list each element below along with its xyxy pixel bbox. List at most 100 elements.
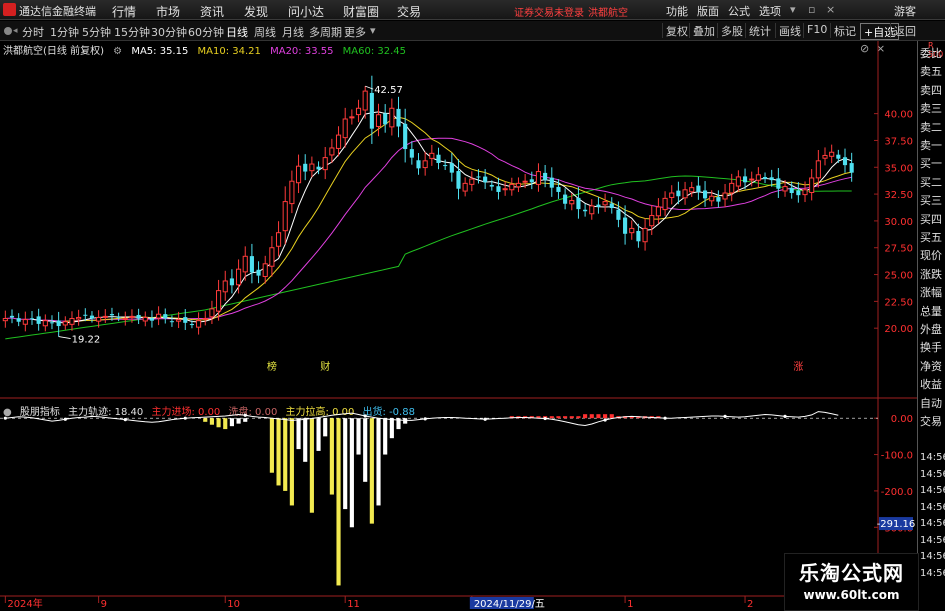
candle-body-90 xyxy=(602,201,608,206)
menu-trade[interactable]: 交易 xyxy=(397,3,421,20)
period-60min[interactable]: 60分钟 xyxy=(188,24,224,40)
multi-stock-button[interactable]: 多股 xyxy=(717,23,746,38)
menu-market[interactable]: 市场 xyxy=(156,3,180,20)
period-timeshare[interactable]: 分时 xyxy=(22,24,44,40)
candle-body-117 xyxy=(782,186,788,192)
chart-close-icon[interactable]: × xyxy=(876,42,885,55)
candle-body-67 xyxy=(449,163,454,173)
panel-item-11[interactable]: 现价 xyxy=(920,249,942,262)
candle-body-58 xyxy=(389,107,395,128)
panel-item-19[interactable]: 自动 xyxy=(920,397,942,410)
period-monthly[interactable]: 月线 xyxy=(282,24,304,40)
panel-item-14[interactable]: 总量 xyxy=(920,305,942,318)
candle-body-94 xyxy=(629,227,635,234)
f10-button[interactable]: F10 xyxy=(803,23,830,38)
panel-item-9[interactable]: 买四 xyxy=(920,213,942,226)
menu-discover[interactable]: 发现 xyxy=(244,3,268,20)
draw-line-button[interactable]: 画线 xyxy=(775,23,804,38)
mark-button[interactable]: 标记 xyxy=(830,23,859,38)
panel-item-2[interactable]: 卖四 xyxy=(920,84,942,97)
close-icon[interactable]: × xyxy=(826,3,835,16)
login-notice[interactable]: 证券交易未登录 xyxy=(514,4,584,19)
candle-body-52 xyxy=(349,116,355,119)
panel-item-3[interactable]: 卖三 xyxy=(920,102,942,115)
panel-item-10[interactable]: 买五 xyxy=(920,231,942,244)
panel-item-4[interactable]: 卖二 xyxy=(920,121,942,134)
chart-options-icon[interactable]: ⊘ xyxy=(860,42,869,55)
period-5min[interactable]: 5分钟 xyxy=(82,24,111,40)
period-multi[interactable]: 多周期 xyxy=(309,24,342,40)
candle-body-28 xyxy=(189,324,194,326)
more-chevron-icon[interactable]: ▾ xyxy=(370,24,376,37)
panel-item-5[interactable]: 卖一 xyxy=(920,139,942,152)
candle-body-85 xyxy=(569,200,575,205)
minimize-icon[interactable]: ▾ xyxy=(790,3,796,16)
candle-body-15 xyxy=(102,315,108,318)
menu-wealth-circle[interactable]: 财富圈 xyxy=(343,3,379,20)
candle-body-71 xyxy=(476,176,481,178)
settings-gear-icon[interactable]: ⚙ xyxy=(113,46,122,57)
candle-body-56 xyxy=(375,114,382,127)
candle-body-36 xyxy=(242,255,248,273)
panel-item-7[interactable]: 买二 xyxy=(920,176,942,189)
candle-body-92 xyxy=(616,209,621,220)
restore-icon[interactable]: ▫ xyxy=(808,3,815,16)
guest-label[interactable]: 游客 xyxy=(894,3,916,19)
period-weekly[interactable]: 周线 xyxy=(254,24,276,40)
panel-item-12[interactable]: 涨跌 xyxy=(920,268,942,281)
candle-body-37 xyxy=(249,256,254,273)
period-15min[interactable]: 15分钟 xyxy=(114,24,150,40)
period-1min[interactable]: 1分钟 xyxy=(50,24,79,40)
panel-time-3: 14:56 xyxy=(920,501,945,513)
candle-body-107 xyxy=(716,197,721,202)
panel-item-15[interactable]: 外盘 xyxy=(920,323,942,336)
expand-arrow-icon[interactable]: ◂ xyxy=(13,26,18,36)
kline-chart[interactable]: 40.00 37.50 35.00 32.50 30.00 27.50 25.00 22.50… xyxy=(0,0,945,609)
ma20-line xyxy=(5,137,852,322)
candle-body-46 xyxy=(309,163,315,172)
menu-layout[interactable]: 版面 xyxy=(697,3,719,19)
panel-item-13[interactable]: 涨幅 xyxy=(920,286,942,299)
back-button[interactable]: 返回 xyxy=(890,23,919,38)
panel-item-20[interactable]: 交易 xyxy=(920,415,942,428)
panel-item-0[interactable]: 委比 xyxy=(920,47,942,60)
indicator-dot-icon[interactable]: ● xyxy=(3,407,12,418)
overlay-button[interactable]: 叠加 xyxy=(689,23,718,38)
candle-body-87 xyxy=(583,209,588,212)
menu-formula[interactable]: 公式 xyxy=(728,3,750,19)
stats-button[interactable]: 统计 xyxy=(745,23,774,38)
period-daily[interactable]: 日线 xyxy=(226,24,248,40)
menu-news[interactable]: 资讯 xyxy=(200,3,224,20)
adjust-button[interactable]: 复权 xyxy=(662,23,691,38)
panel-item-18[interactable]: 收益 xyxy=(920,378,942,391)
panel-item-1[interactable]: 卖五 xyxy=(920,65,942,78)
candle-body-53 xyxy=(355,107,362,116)
ind-bar-12 xyxy=(303,418,308,462)
panel-item-16[interactable]: 换手 xyxy=(920,341,942,354)
menu-quotes[interactable]: 行情 xyxy=(112,3,136,20)
period-30min[interactable]: 30分钟 xyxy=(151,24,187,40)
candle-body-81 xyxy=(543,172,548,181)
track-dot-90 xyxy=(603,418,607,422)
candle-body-126 xyxy=(842,157,848,166)
panel-item-8[interactable]: 买三 xyxy=(920,194,942,207)
period-more[interactable]: 更多 xyxy=(344,24,366,40)
date-label-5: 1 xyxy=(627,599,633,609)
menu-function[interactable]: 功能 xyxy=(666,3,688,19)
panel-item-6[interactable]: 买一 xyxy=(920,157,942,170)
candle-body-40 xyxy=(269,247,275,267)
menu-options[interactable]: 选项 xyxy=(759,3,781,19)
candle-body-31 xyxy=(209,308,215,318)
track-dot-108 xyxy=(723,414,727,418)
candle-body-86 xyxy=(576,197,581,210)
title-stock-name: 洪都航空 xyxy=(588,8,628,19)
chart-annotations: 42.57 19.22 榜 财 涨 xyxy=(58,85,803,373)
candle-body-108 xyxy=(722,192,728,200)
menu-ask[interactable]: 问小达 xyxy=(288,3,324,20)
panel-item-17[interactable]: 净资 xyxy=(920,360,942,373)
ind-red-mark-12 xyxy=(589,414,594,419)
indicator-name[interactable]: 股朋指标 xyxy=(20,407,60,418)
menu-dot-icon[interactable] xyxy=(4,27,12,35)
ind-bar-3 xyxy=(223,418,228,430)
price-label-6: 25.00 xyxy=(884,271,913,282)
